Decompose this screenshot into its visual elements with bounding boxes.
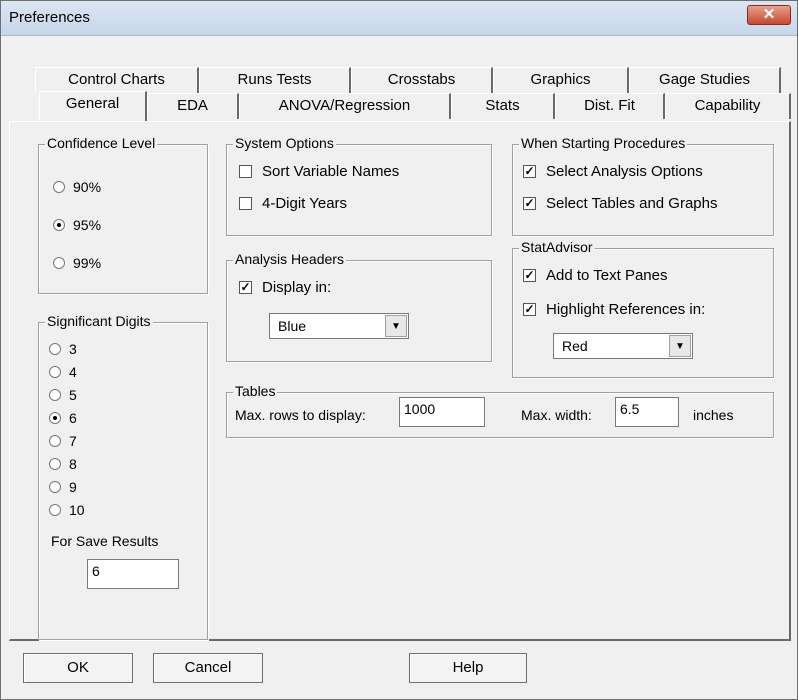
help-button[interactable]: Help [409, 653, 527, 683]
tab-graphics[interactable]: Graphics [493, 67, 629, 93]
tab-stats[interactable]: Stats [451, 93, 555, 119]
dialog-body: Control Charts Runs Tests Crosstabs Grap… [9, 43, 791, 693]
confidence-99-radio[interactable]: 99% [53, 255, 101, 271]
analysis-headers-group: Analysis Headers ✓ Display in: Blue ▼ [226, 251, 492, 362]
highlight-color-select[interactable]: Red ▼ [553, 333, 693, 359]
digits-6-radio[interactable]: 6 [49, 410, 77, 426]
confidence-level-legend: Confidence Level [45, 135, 158, 151]
digits-7-radio[interactable]: 7 [49, 433, 77, 449]
header-color-select[interactable]: Blue ▼ [269, 313, 409, 339]
display-in-checkbox[interactable]: ✓ Display in: [239, 279, 331, 296]
sort-variable-names-checkbox[interactable]: Sort Variable Names [239, 163, 399, 180]
select-tables-graphs-checkbox[interactable]: ✓ Select Tables and Graphs [523, 195, 718, 212]
save-results-label: For Save Results [51, 533, 159, 549]
title-bar: Preferences ✕ [1, 1, 797, 36]
tables-legend: Tables [233, 383, 278, 399]
checkbox-unchecked [239, 197, 252, 210]
digits-3-radio[interactable]: 3 [49, 341, 77, 357]
digits-8-radio[interactable]: 8 [49, 456, 77, 472]
confidence-level-group: Confidence Level 90% 95% 99% [38, 135, 208, 294]
system-options-group: System Options Sort Variable Names 4-Dig… [226, 135, 492, 236]
ok-button[interactable]: OK [23, 653, 133, 683]
checkmark-icon: ✓ [523, 164, 536, 178]
digits-10-radio[interactable]: 10 [49, 502, 85, 518]
dropdown-arrow-icon[interactable]: ▼ [669, 335, 691, 357]
when-starting-procedures-legend: When Starting Procedures [519, 135, 688, 151]
tab-gage-studies[interactable]: Gage Studies [629, 67, 781, 93]
digits-5-radio[interactable]: 5 [49, 387, 77, 403]
max-rows-label: Max. rows to display: [235, 407, 366, 423]
tab-crosstabs[interactable]: Crosstabs [351, 67, 493, 93]
general-tab-page: Confidence Level 90% 95% 99% Significant… [9, 121, 791, 641]
close-icon: ✕ [762, 6, 776, 23]
checkmark-icon: ✓ [523, 196, 536, 210]
close-button[interactable]: ✕ [747, 5, 791, 25]
tab-eda[interactable]: EDA [147, 93, 239, 119]
tab-control-charts[interactable]: Control Charts [35, 67, 199, 93]
add-to-text-panes-checkbox[interactable]: ✓ Add to Text Panes [523, 267, 667, 284]
analysis-headers-legend: Analysis Headers [233, 251, 346, 267]
tab-anova-regression[interactable]: ANOVA/Regression [239, 93, 451, 119]
checkmark-icon: ✓ [523, 268, 536, 282]
tab-dist-fit[interactable]: Dist. Fit [555, 93, 665, 119]
confidence-90-radio[interactable]: 90% [53, 179, 101, 195]
statadvisor-group: StatAdvisor ✓ Add to Text Panes ✓ Highligh… [512, 239, 774, 378]
select-analysis-options-checkbox[interactable]: ✓ Select Analysis Options [523, 163, 703, 180]
checkbox-unchecked [239, 165, 252, 178]
digits-4-radio[interactable]: 4 [49, 364, 77, 380]
save-results-input[interactable]: 6 [87, 559, 179, 589]
checkmark-icon: ✓ [239, 280, 252, 294]
cancel-button[interactable]: Cancel [153, 653, 263, 683]
max-rows-input[interactable]: 1000 [399, 397, 485, 427]
confidence-95-radio[interactable]: 95% [53, 217, 101, 233]
significant-digits-legend: Significant Digits [45, 313, 153, 329]
four-digit-years-checkbox[interactable]: 4-Digit Years [239, 195, 347, 212]
significant-digits-group: Significant Digits 3 4 5 6 7 8 9 10 For … [38, 313, 208, 640]
digits-9-radio[interactable]: 9 [49, 479, 77, 495]
system-options-legend: System Options [233, 135, 336, 151]
checkmark-icon: ✓ [523, 302, 536, 316]
inches-label: inches [693, 407, 734, 423]
max-width-input[interactable]: 6.5 [615, 397, 679, 427]
when-starting-procedures-group: When Starting Procedures ✓ Select Analysi… [512, 135, 774, 236]
tab-general[interactable]: General [39, 91, 147, 121]
tab-runs-tests[interactable]: Runs Tests [199, 67, 351, 93]
highlight-references-checkbox[interactable]: ✓ Highlight References in: [523, 301, 705, 318]
tables-group: Tables Max. rows to display: 1000 Max. w… [226, 383, 774, 438]
preferences-dialog: Preferences ✕ Control Charts Runs Tests … [0, 0, 798, 700]
window-title: Preferences [9, 9, 90, 26]
statadvisor-legend: StatAdvisor [519, 239, 595, 255]
max-width-label: Max. width: [521, 407, 592, 423]
tab-capability[interactable]: Capability [665, 93, 791, 119]
dropdown-arrow-icon[interactable]: ▼ [385, 315, 407, 337]
